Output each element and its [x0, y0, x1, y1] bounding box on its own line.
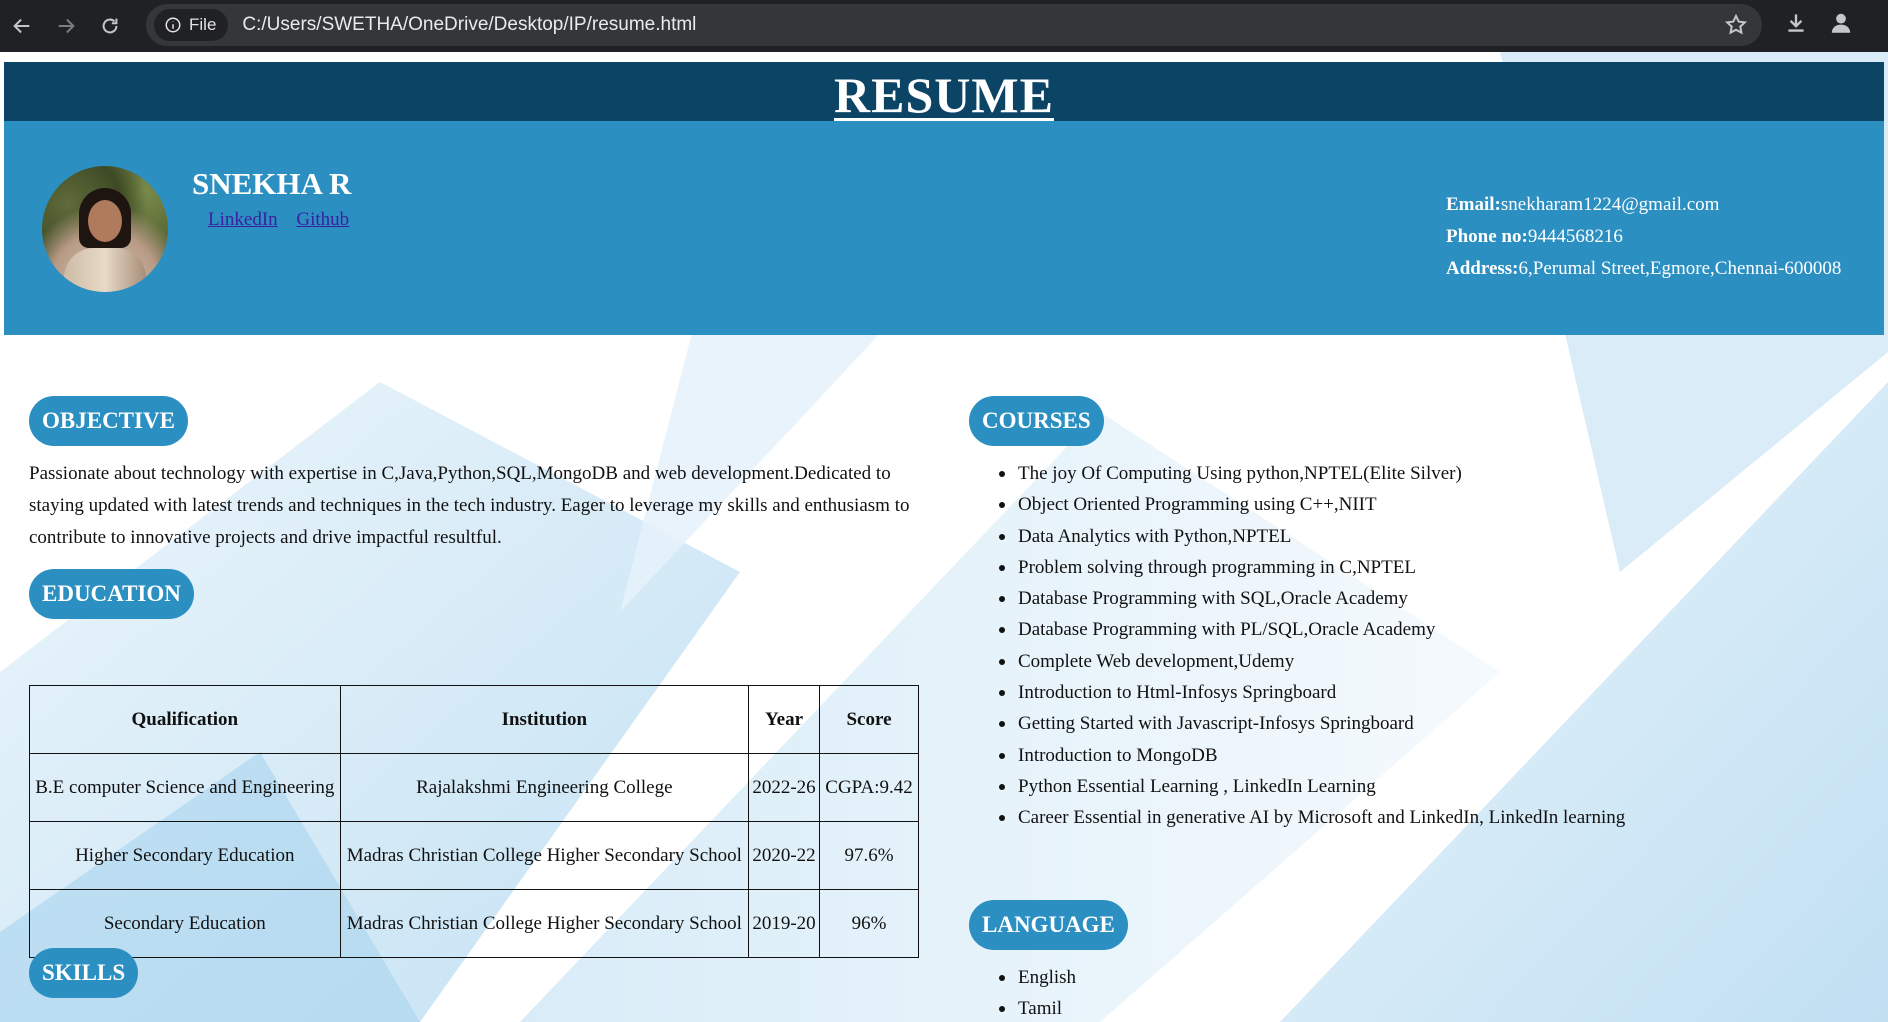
email-label: Email:	[1446, 194, 1501, 215]
language-list: English Tamil	[994, 962, 1076, 1022]
url-text[interactable]: C:/Users/SWETHA/OneDrive/Desktop/IP/resu…	[242, 14, 696, 36]
phone-label: Phone no:	[1446, 226, 1528, 247]
list-item: Tamil	[994, 993, 1076, 1022]
courses-heading: COURSES	[969, 396, 1104, 446]
education-table: Qualification Institution Year Score B.E…	[29, 685, 919, 958]
reload-icon	[102, 18, 118, 34]
list-item: Introduction to MongoDB	[994, 740, 1625, 771]
reload-button[interactable]	[88, 4, 132, 48]
profile-links: LinkedIn Github	[208, 209, 363, 231]
table-cell: 2022-26	[748, 753, 820, 822]
forward-button[interactable]	[44, 4, 88, 48]
profile-name: SNEKHA R	[192, 166, 352, 201]
skills-heading: SKILLS	[29, 948, 139, 998]
resume-title: RESUME	[834, 67, 1054, 123]
objective-text: Passionate about technology with experti…	[29, 463, 910, 548]
list-item: Introduction to Html-Infosys Springboard	[994, 677, 1625, 708]
browser-toolbar: File C:/Users/SWETHA/OneDrive/Desktop/IP…	[0, 0, 1888, 52]
table-header-row: Qualification Institution Year Score	[29, 685, 919, 754]
list-item: Career Essential in generative AI by Mic…	[994, 802, 1625, 833]
table-cell: Higher Secondary Education	[29, 821, 341, 890]
profile-header: SNEKHA R LinkedIn Github Email:snekharam…	[4, 121, 1884, 335]
list-item: Data Analytics with Python,NPTEL	[994, 521, 1625, 552]
list-item: Database Programming with PL/SQL,Oracle …	[994, 614, 1625, 645]
list-item: Problem solving through programming in C…	[994, 552, 1625, 583]
table-cell: 97.6%	[819, 821, 919, 890]
language-heading: LANGUAGE	[969, 900, 1128, 950]
education-heading: EDUCATION	[29, 569, 194, 619]
list-item: English	[994, 962, 1076, 993]
column-header: Score	[819, 685, 919, 754]
list-item: Python Essential Learning , LinkedIn Lea…	[994, 771, 1625, 802]
phone-line: Phone no:9444568216	[1446, 221, 1841, 253]
back-button[interactable]	[0, 4, 44, 48]
title-bar: RESUME	[4, 62, 1884, 123]
site-chip-label: File	[189, 15, 217, 34]
info-icon	[165, 17, 181, 33]
phone-value: 9444568216	[1527, 226, 1623, 247]
list-item: Complete Web development,Udemy	[994, 646, 1625, 677]
back-arrow-icon	[13, 18, 30, 34]
list-item: The joy Of Computing Using python,NPTEL(…	[994, 458, 1625, 489]
email-value: snekharam1224@gmail.com	[1500, 194, 1720, 215]
address-label: Address:	[1446, 258, 1519, 279]
table-row: Higher Secondary Education Madras Christ…	[29, 821, 919, 890]
resume-page: RESUME SNEKHA R LinkedIn Github Email:sn…	[0, 52, 1888, 1022]
table-cell: Madras Christian College Higher Secondar…	[339, 889, 750, 958]
site-info-chip[interactable]: File	[154, 9, 229, 41]
table-row: Secondary Education Madras Christian Col…	[29, 889, 919, 958]
list-item: Database Programming with SQL,Oracle Aca…	[994, 583, 1625, 614]
column-header: Year	[748, 685, 820, 754]
table-cell: CGPA:9.42	[819, 753, 919, 822]
star-icon[interactable]	[1724, 13, 1748, 37]
table-cell: Madras Christian College Higher Secondar…	[339, 821, 750, 890]
download-icon[interactable]	[1783, 10, 1809, 36]
email-line: Email:snekharam1224@gmail.com	[1446, 189, 1841, 221]
objective-heading: OBJECTIVE	[29, 396, 188, 446]
contact-info: Email:snekharam1224@gmail.com Phone no:9…	[1446, 189, 1841, 285]
address-value: 6,Perumal Street,Egmore,Chennai-600008	[1518, 258, 1842, 279]
avatar	[42, 166, 168, 292]
list-item: Object Oriented Programming using C++,NI…	[994, 489, 1625, 520]
address-bar[interactable]: File C:/Users/SWETHA/OneDrive/Desktop/IP…	[146, 4, 1762, 46]
profile-icon[interactable]	[1828, 10, 1854, 36]
linkedin-link[interactable]: LinkedIn	[208, 209, 278, 230]
courses-list: The joy Of Computing Using python,NPTEL(…	[994, 458, 1625, 834]
table-cell: 2019-20	[748, 889, 820, 958]
table-cell: Rajalakshmi Engineering College	[339, 753, 750, 822]
column-header: Qualification	[29, 685, 341, 754]
list-item: Getting Started with Javascript-Infosys …	[994, 708, 1625, 739]
address-line: Address:6,Perumal Street,Egmore,Chennai-…	[1446, 253, 1841, 285]
table-cell: 96%	[819, 889, 919, 958]
table-cell: 2020-22	[748, 821, 820, 890]
column-header: Institution	[339, 685, 750, 754]
github-link[interactable]: Github	[296, 209, 349, 230]
table-cell: B.E computer Science and Engineering	[29, 753, 341, 822]
forward-arrow-icon	[58, 18, 75, 34]
table-row: B.E computer Science and Engineering Raj…	[29, 753, 919, 822]
